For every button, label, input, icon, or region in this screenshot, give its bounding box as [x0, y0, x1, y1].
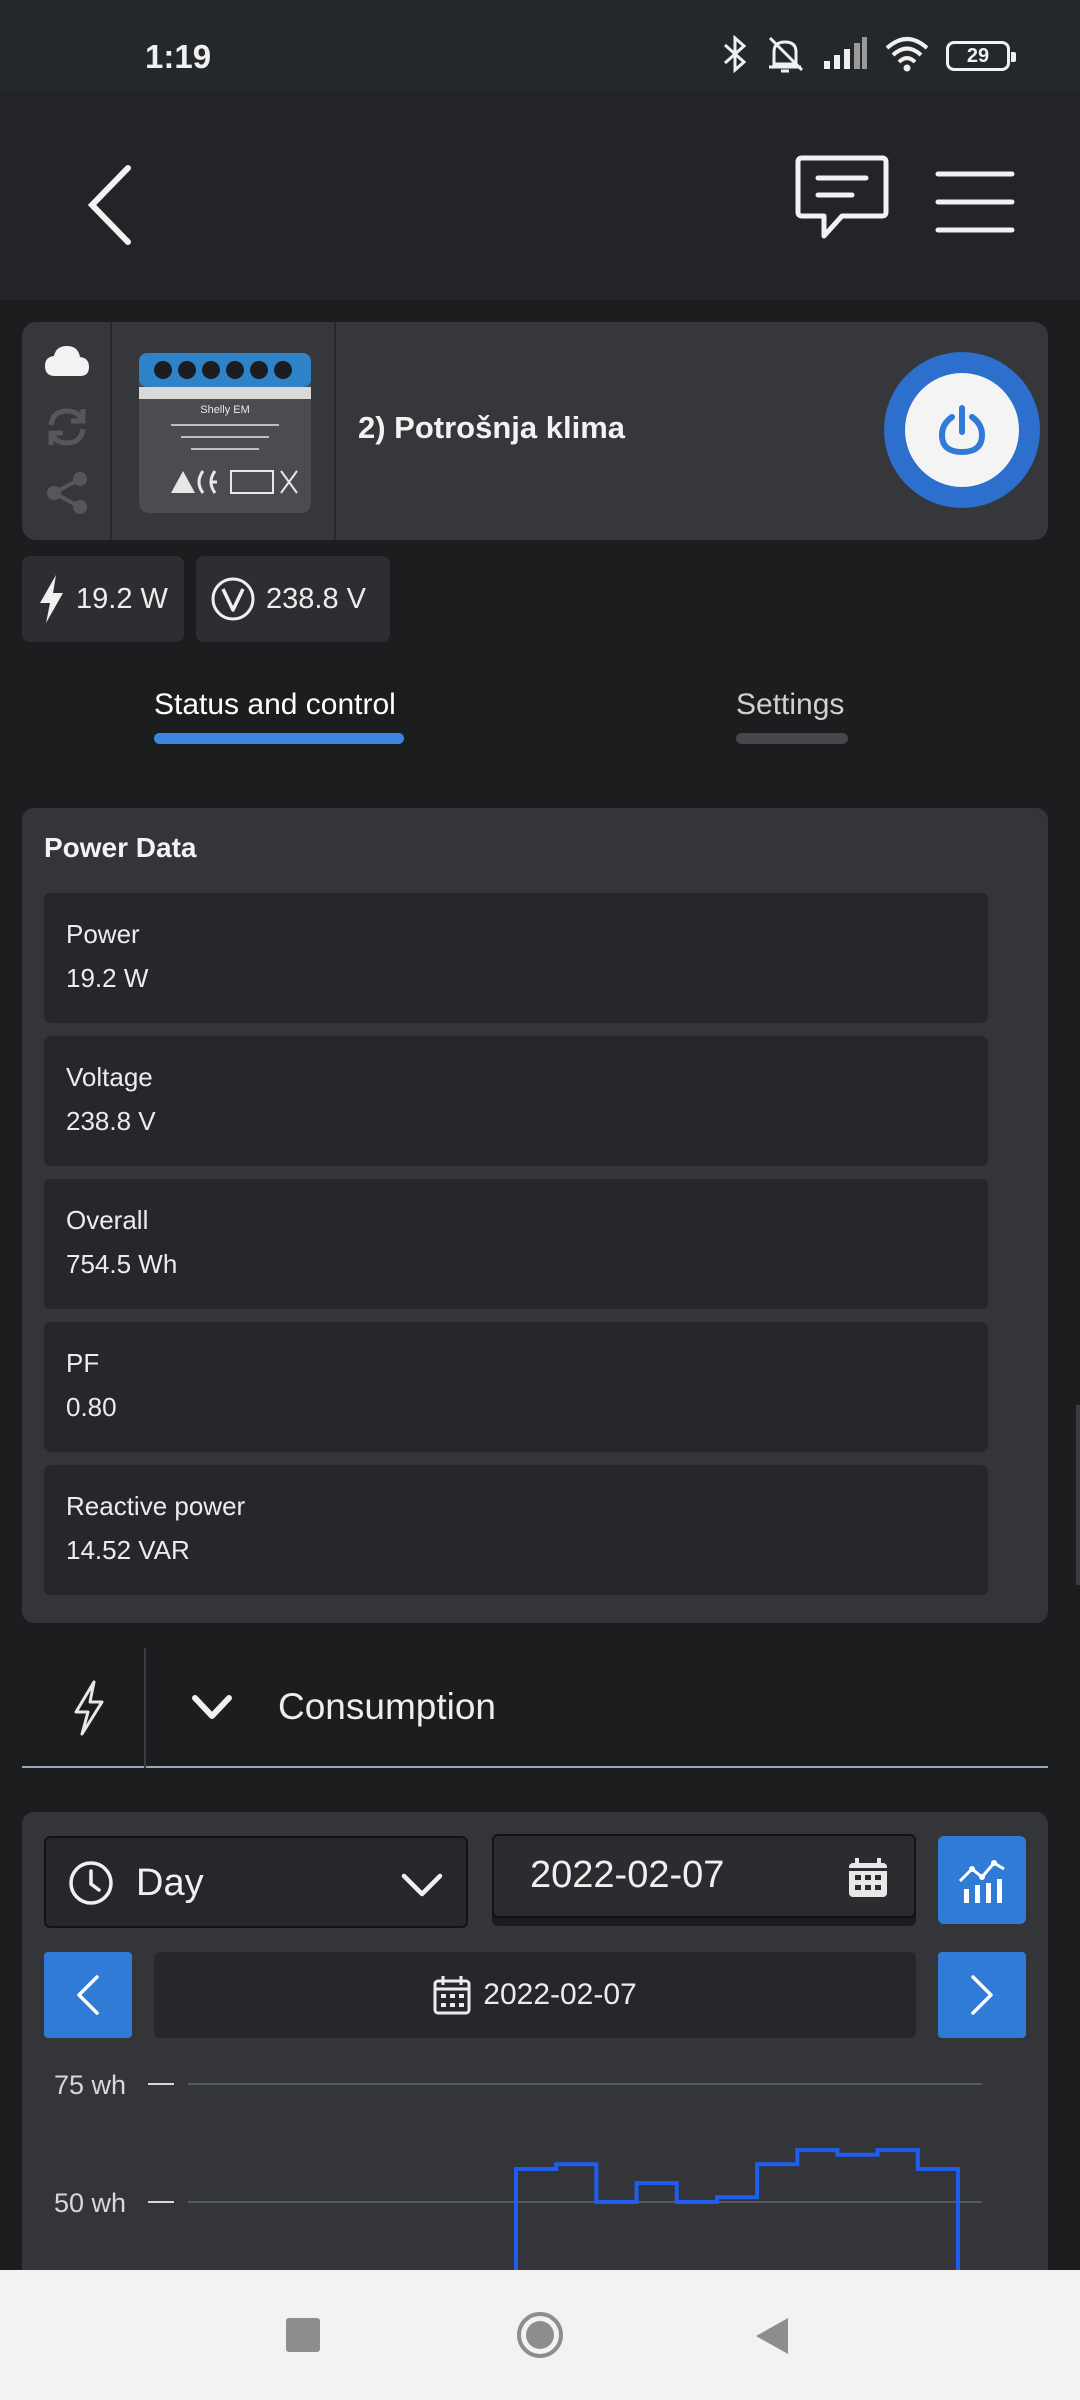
wifi-icon: [884, 36, 930, 77]
menu-button[interactable]: [930, 162, 1020, 242]
current-date-text: 2022-02-07: [483, 1978, 637, 2011]
device-image-label: Shelly EM: [200, 404, 250, 416]
share-icon[interactable]: [42, 468, 92, 518]
data-row-label: PF: [66, 1348, 100, 1378]
bluetooth-icon: [722, 34, 748, 78]
tab-status-and-control[interactable]: Status and control: [154, 688, 396, 722]
data-row-overall: Overall 754.5 Wh: [44, 1179, 988, 1309]
power-data-title: Power Data: [44, 832, 197, 863]
voltage-chip-value: 238.8 V: [266, 582, 366, 615]
tab-active-indicator: [154, 733, 404, 744]
data-row-value: 19.2 W: [66, 963, 149, 993]
clock-icon: [69, 1861, 113, 1905]
data-row-voltage: Voltage 238.8 V: [44, 1036, 988, 1166]
consumption-header[interactable]: Consumption: [22, 1648, 1048, 1768]
next-date-button[interactable]: [938, 1952, 1026, 2038]
data-row-label: Power: [66, 919, 140, 949]
sync-icon[interactable]: [42, 402, 92, 452]
calendar-icon: [433, 1976, 471, 2015]
menu-icon: [935, 171, 1015, 233]
data-row-label: Overall: [66, 1205, 149, 1235]
power-chip-value: 19.2 W: [76, 582, 168, 615]
consumption-title: Consumption: [278, 1686, 497, 1727]
voltage-chip: 238.8 V: [196, 556, 390, 642]
bolt-outline-icon: [74, 1680, 104, 1736]
power-chip: 19.2 W: [22, 556, 184, 642]
device-name: 2) Potrošnja klima: [358, 410, 626, 445]
data-row-value: 0.80: [66, 1392, 117, 1422]
data-row-power: Power 19.2 W: [44, 893, 988, 1023]
voltage-icon: [211, 577, 255, 621]
status-icons: 29: [722, 34, 1016, 79]
previous-date-button[interactable]: [44, 1952, 132, 2038]
y-tick-label: 75 wh: [54, 2070, 126, 2100]
back-button[interactable]: [70, 150, 150, 260]
consumption-divider: [144, 1648, 146, 1768]
chart-type-button[interactable]: [938, 1836, 1026, 1924]
status-bar: 1:19 29: [0, 0, 1080, 90]
chevron-left-icon: [77, 1975, 99, 2015]
data-row-value: 238.8 V: [66, 1106, 156, 1136]
data-row-value: 14.52 VAR: [66, 1535, 190, 1565]
data-row-label: Voltage: [66, 1062, 153, 1092]
period-select-value: Day: [136, 1862, 204, 1904]
app-bar: [0, 90, 1080, 300]
status-time: 1:19: [145, 38, 212, 75]
y-tick-label: 50 wh: [54, 2188, 126, 2218]
system-navigation-bar: [0, 2270, 1080, 2400]
chevron-right-icon: [971, 1975, 993, 2015]
chevron-down-icon: [401, 1873, 443, 1897]
system-back-button[interactable]: [752, 2314, 792, 2358]
mute-icon: [764, 34, 806, 79]
screen: 1:19 29 Shelly EM 2) Potrošnja klima 19.…: [0, 0, 1080, 2400]
date-input[interactable]: 2022-02-07: [492, 1834, 916, 1918]
device-status-column: [22, 322, 112, 540]
calendar-icon[interactable]: [846, 1856, 890, 1900]
battery-icon: 29: [946, 41, 1016, 71]
tab-settings[interactable]: Settings: [736, 688, 844, 722]
current-date-display[interactable]: 2022-02-07: [154, 1952, 916, 2038]
power-toggle-button[interactable]: [884, 352, 1040, 508]
home-button[interactable]: [515, 2310, 565, 2360]
power-toggle-inner: [905, 373, 1019, 487]
data-row-pf: PF 0.80: [44, 1322, 988, 1452]
period-select[interactable]: Day: [44, 1836, 468, 1928]
data-row-value: 754.5 Wh: [66, 1249, 178, 1279]
recents-button[interactable]: [286, 2318, 320, 2352]
signal-icon: [822, 36, 868, 76]
feedback-button[interactable]: [792, 150, 892, 250]
device-image: Shelly EM: [114, 322, 336, 540]
power-data-panel: Power Data Power 19.2 W Voltage 238.8 V …: [22, 808, 1048, 1623]
back-icon: [87, 165, 131, 245]
device-card[interactable]: Shelly EM 2) Potrošnja klima: [22, 322, 1048, 540]
feedback-icon: [795, 155, 889, 239]
data-row-label: Reactive power: [66, 1491, 246, 1521]
date-input-value: 2022-02-07: [530, 1854, 725, 1896]
scrollbar[interactable]: [1076, 1405, 1080, 1585]
tab-inactive-indicator: [736, 733, 848, 744]
data-row-reactive-power: Reactive power 14.52 VAR: [44, 1465, 988, 1595]
power-icon: [938, 405, 986, 456]
chart-icon: [958, 1860, 1005, 1903]
chevron-down-icon[interactable]: [187, 1682, 237, 1732]
cloud-icon: [42, 336, 92, 386]
bolt-icon: [40, 575, 63, 623]
